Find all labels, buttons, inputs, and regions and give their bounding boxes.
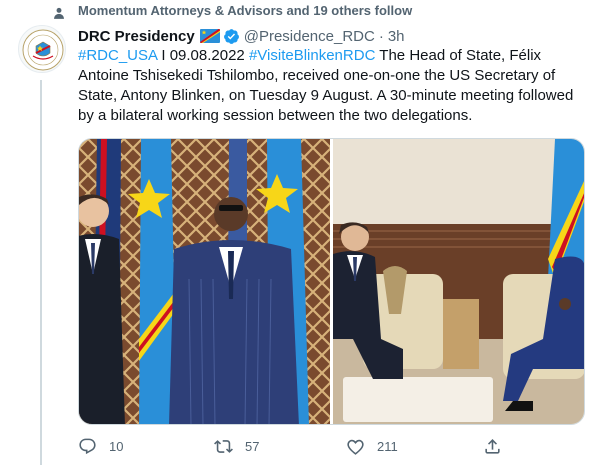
avatar[interactable] bbox=[18, 25, 66, 73]
heart-icon bbox=[347, 439, 364, 455]
share-button[interactable] bbox=[483, 437, 502, 456]
social-context-text[interactable]: Momentum Attorneys & Advisors and 19 oth… bbox=[78, 3, 412, 18]
verified-icon bbox=[223, 28, 239, 44]
hashtag-rdc-usa[interactable]: #RDC_USA bbox=[78, 47, 157, 64]
seated-meeting-photo bbox=[333, 139, 584, 424]
thread-line bbox=[40, 80, 42, 465]
tweet-text-part1: I 09.08.2022 bbox=[157, 47, 249, 64]
reply-count: 10 bbox=[109, 438, 124, 454]
reply-button[interactable]: 10 bbox=[78, 437, 123, 456]
drc-flag-icon bbox=[199, 29, 220, 43]
tweet-actions: 10 57 211 bbox=[78, 434, 593, 458]
retweet-count: 57 bbox=[245, 438, 260, 454]
retweet-icon bbox=[214, 439, 233, 453]
like-button[interactable]: 211 bbox=[346, 437, 398, 456]
author-handle[interactable]: @Presidence_RDC bbox=[244, 28, 375, 45]
presidency-seal-icon bbox=[22, 29, 64, 71]
retweet-button[interactable]: 57 bbox=[214, 437, 259, 456]
like-count: 211 bbox=[377, 438, 398, 454]
person-icon bbox=[54, 7, 64, 19]
reply-icon bbox=[79, 438, 96, 454]
photo-right[interactable] bbox=[333, 139, 584, 424]
tweet-text: #RDC_USA I 09.08.2022 #VisiteBlinkenRDC … bbox=[78, 46, 593, 126]
media-grid bbox=[78, 138, 585, 425]
tweet-header: DRC Presidency @Presidence_RDC · 3h bbox=[78, 26, 405, 46]
separator-dot: · bbox=[378, 27, 384, 45]
share-icon bbox=[485, 438, 500, 454]
photo-left[interactable] bbox=[79, 139, 330, 424]
tweet-timestamp[interactable]: 3h bbox=[388, 28, 405, 45]
hashtag-visite-blinken[interactable]: #VisiteBlinkenRDC bbox=[249, 47, 375, 64]
standing-leaders-photo bbox=[79, 139, 330, 424]
author-name[interactable]: DRC Presidency bbox=[78, 28, 195, 45]
